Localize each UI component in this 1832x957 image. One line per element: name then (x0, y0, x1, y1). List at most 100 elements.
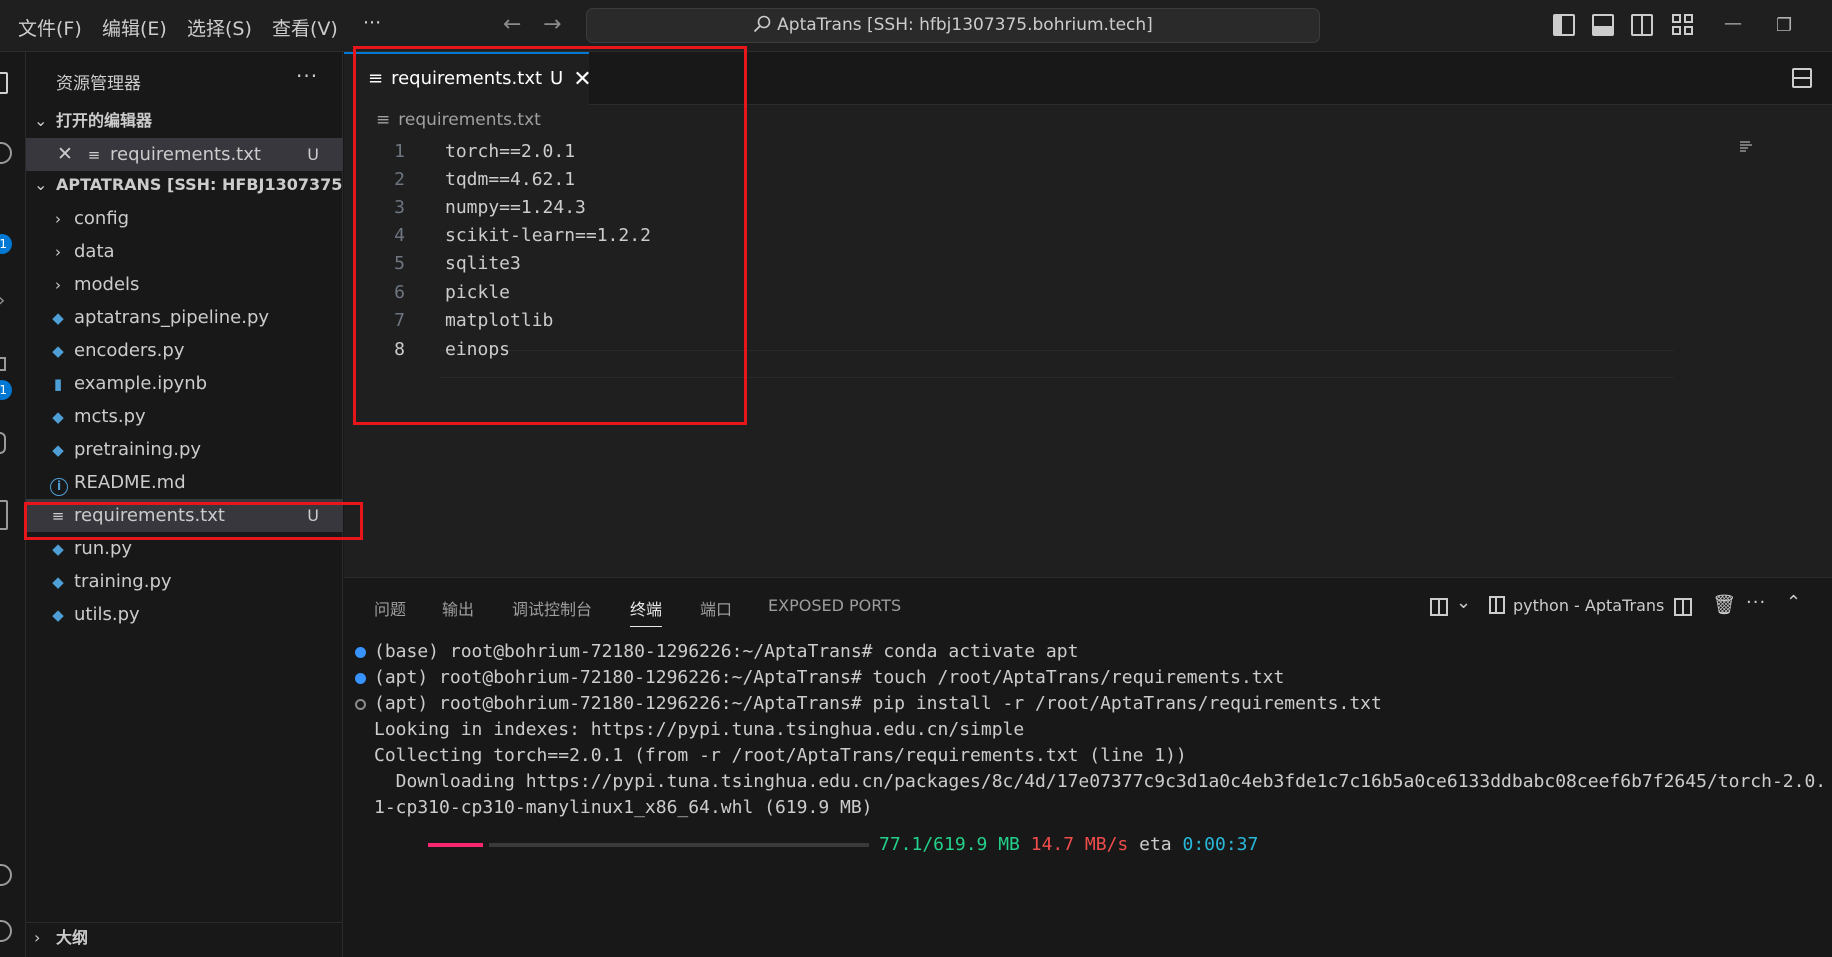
sidebar-title: 资源管理器 (56, 74, 141, 94)
extensions-badge: 1 (0, 380, 12, 400)
annotation-box-file (24, 502, 363, 540)
file-row[interactable]: ◆ pretraining.py (26, 433, 343, 466)
close-icon[interactable]: ✕ (57, 138, 73, 171)
folder-row[interactable]: › models (26, 268, 343, 301)
chevron-down-icon: ⌄ (34, 175, 48, 194)
menu-edit[interactable]: 编辑(E) (102, 14, 167, 41)
terminal-layout-icon[interactable] (1430, 598, 1448, 616)
python-icon: ◆ (52, 342, 64, 360)
file-name: example.ipynb (74, 373, 208, 394)
outline-header[interactable]: › 大纲 (26, 922, 343, 952)
download-progress-track (489, 843, 869, 847)
account-icon[interactable] (0, 864, 12, 886)
command-success-icon (355, 673, 366, 684)
run-debug-icon[interactable]: › (0, 290, 5, 311)
explorer-icon[interactable] (0, 72, 8, 94)
file-row[interactable]: ▮ example.ipynb (26, 367, 343, 400)
restore-icon[interactable]: ❐ (1776, 15, 1792, 36)
terminal-line: Collecting torch==2.0.1 (from -r /root/A… (374, 745, 1187, 766)
file-row[interactable]: ◆ utils.py (26, 598, 343, 631)
forward-arrow-icon[interactable]: → (543, 12, 561, 37)
project-label: APTATRANS [SSH: HFBJ1307375.B... (56, 175, 343, 194)
file-name: encoders.py (74, 340, 185, 361)
chevron-right-icon: › (34, 928, 41, 947)
file-row[interactable]: ◆ mcts.py (26, 400, 343, 433)
terminal-instance[interactable]: python - AptaTrans (1489, 596, 1664, 615)
file-name: mcts.py (74, 406, 146, 427)
menu-select[interactable]: 选择(S) (187, 14, 252, 41)
tab-problems[interactable]: 问题 (374, 596, 406, 620)
toggle-primary-sidebar-icon[interactable] (1553, 14, 1575, 36)
chevron-up-icon[interactable]: ⌃ (1786, 592, 1801, 613)
menu-more-button[interactable]: ··· (363, 12, 381, 34)
project-header[interactable]: ⌄ APTATRANS [SSH: HFBJ1307375.B... (26, 170, 343, 200)
folder-name: data (74, 241, 115, 262)
download-stats: 77.1/619.9 MB 14.7 MB/s eta 0:00:37 (879, 832, 1258, 858)
git-status-badge: U (307, 145, 319, 164)
command-center-label: AptaTrans [SSH: hfbj1307375.bohrium.tech… (777, 15, 1153, 35)
file-name: utils.py (74, 604, 140, 625)
terminal-line: Downloading https://pypi.tuna.tsinghua.e… (374, 771, 1827, 792)
file-row[interactable]: ◆ encoders.py (26, 334, 343, 367)
menu-file[interactable]: 文件(F) (18, 14, 82, 41)
open-editors-label: 打开的编辑器 (56, 111, 153, 130)
more-actions-icon[interactable]: ··· (1746, 592, 1766, 613)
search-icon[interactable] (0, 142, 12, 164)
split-terminal-icon[interactable] (1674, 598, 1692, 616)
notebook-icon: ▮ (53, 375, 63, 393)
minimap[interactable] (1740, 140, 1754, 154)
python-icon: ◆ (52, 309, 64, 327)
search-icon (754, 15, 771, 33)
trash-icon[interactable]: 🗑 (1712, 593, 1736, 616)
folder-row[interactable]: › data (26, 235, 343, 268)
command-center[interactable]: AptaTrans [SSH: hfbj1307375.bohrium.tech… (586, 8, 1320, 43)
folder-name: config (74, 208, 130, 229)
chevron-right-icon: › (55, 276, 61, 294)
customize-layout-icon[interactable] (1672, 14, 1694, 36)
manage-gear-icon[interactable] (0, 920, 12, 942)
back-arrow-icon[interactable]: ← (503, 12, 521, 37)
command-success-icon (355, 647, 366, 658)
file-name: pretraining.py (74, 439, 202, 460)
tab-ports[interactable]: 端口 (700, 596, 732, 620)
open-editor-name: requirements.txt (110, 144, 261, 165)
python-icon: ◆ (52, 408, 64, 426)
tab-exposed-ports[interactable]: EXPOSED PORTS (768, 596, 901, 615)
tab-terminal[interactable]: 终端 (630, 596, 663, 627)
terminal-name: python - AptaTrans (1513, 596, 1665, 615)
title-bar: 文件(F) 编辑(E) 选择(S) 查看(V) ··· ← → AptaTran… (0, 0, 1832, 52)
terminal-line: (base) root@bohrium-72180-1296226:~/Apta… (374, 641, 1079, 662)
file-name: training.py (74, 571, 172, 592)
sidebar-more-button[interactable]: ··· (296, 64, 318, 88)
file-row[interactable]: ◆ aptatrans_pipeline.py (26, 301, 343, 334)
terminal-line: 1-cp310-cp310-manylinux1_x86_64.whl (619… (374, 797, 873, 818)
file-row[interactable]: ◆ training.py (26, 565, 343, 598)
terminal-line: Looking in indexes: https://pypi.tuna.ts… (374, 719, 1025, 740)
bottom-panel: 问题 输出 调试控制台 终端 端口 EXPOSED PORTS ⌄ python… (344, 577, 1832, 957)
outline-label: 大纲 (56, 928, 89, 947)
extensions-icon[interactable] (0, 357, 6, 371)
eta-value: 0:00:37 (1182, 834, 1259, 855)
command-running-icon (355, 699, 366, 710)
file-row[interactable]: i README.md (26, 466, 343, 499)
annotation-box-editor (353, 46, 747, 425)
chevron-down-icon[interactable]: ⌄ (1456, 592, 1471, 613)
download-progress-fill (428, 843, 483, 847)
testing-icon[interactable] (0, 500, 8, 530)
remote-explorer-icon[interactable] (0, 432, 6, 454)
chevron-right-icon: › (55, 243, 61, 261)
activity-bar: 1 › 1 (0, 52, 26, 957)
tab-debug-console[interactable]: 调试控制台 (512, 596, 592, 620)
file-name: run.py (74, 538, 133, 559)
terminal-line: (apt) root@bohrium-72180-1296226:~/AptaT… (374, 667, 1285, 688)
open-editor-item[interactable]: ✕ ≡ requirements.txt U (26, 138, 343, 171)
menu-view[interactable]: 查看(V) (272, 14, 338, 41)
minimize-icon[interactable]: — (1724, 13, 1742, 34)
folder-row[interactable]: › config (26, 202, 343, 235)
toggle-secondary-sidebar-icon[interactable] (1631, 14, 1653, 36)
tab-output[interactable]: 输出 (442, 596, 474, 620)
toggle-panel-icon[interactable] (1592, 14, 1614, 36)
open-editors-header[interactable]: ⌄ 打开的编辑器 (26, 106, 343, 136)
file-name: aptatrans_pipeline.py (74, 307, 270, 328)
split-editor-icon[interactable] (1792, 68, 1812, 88)
